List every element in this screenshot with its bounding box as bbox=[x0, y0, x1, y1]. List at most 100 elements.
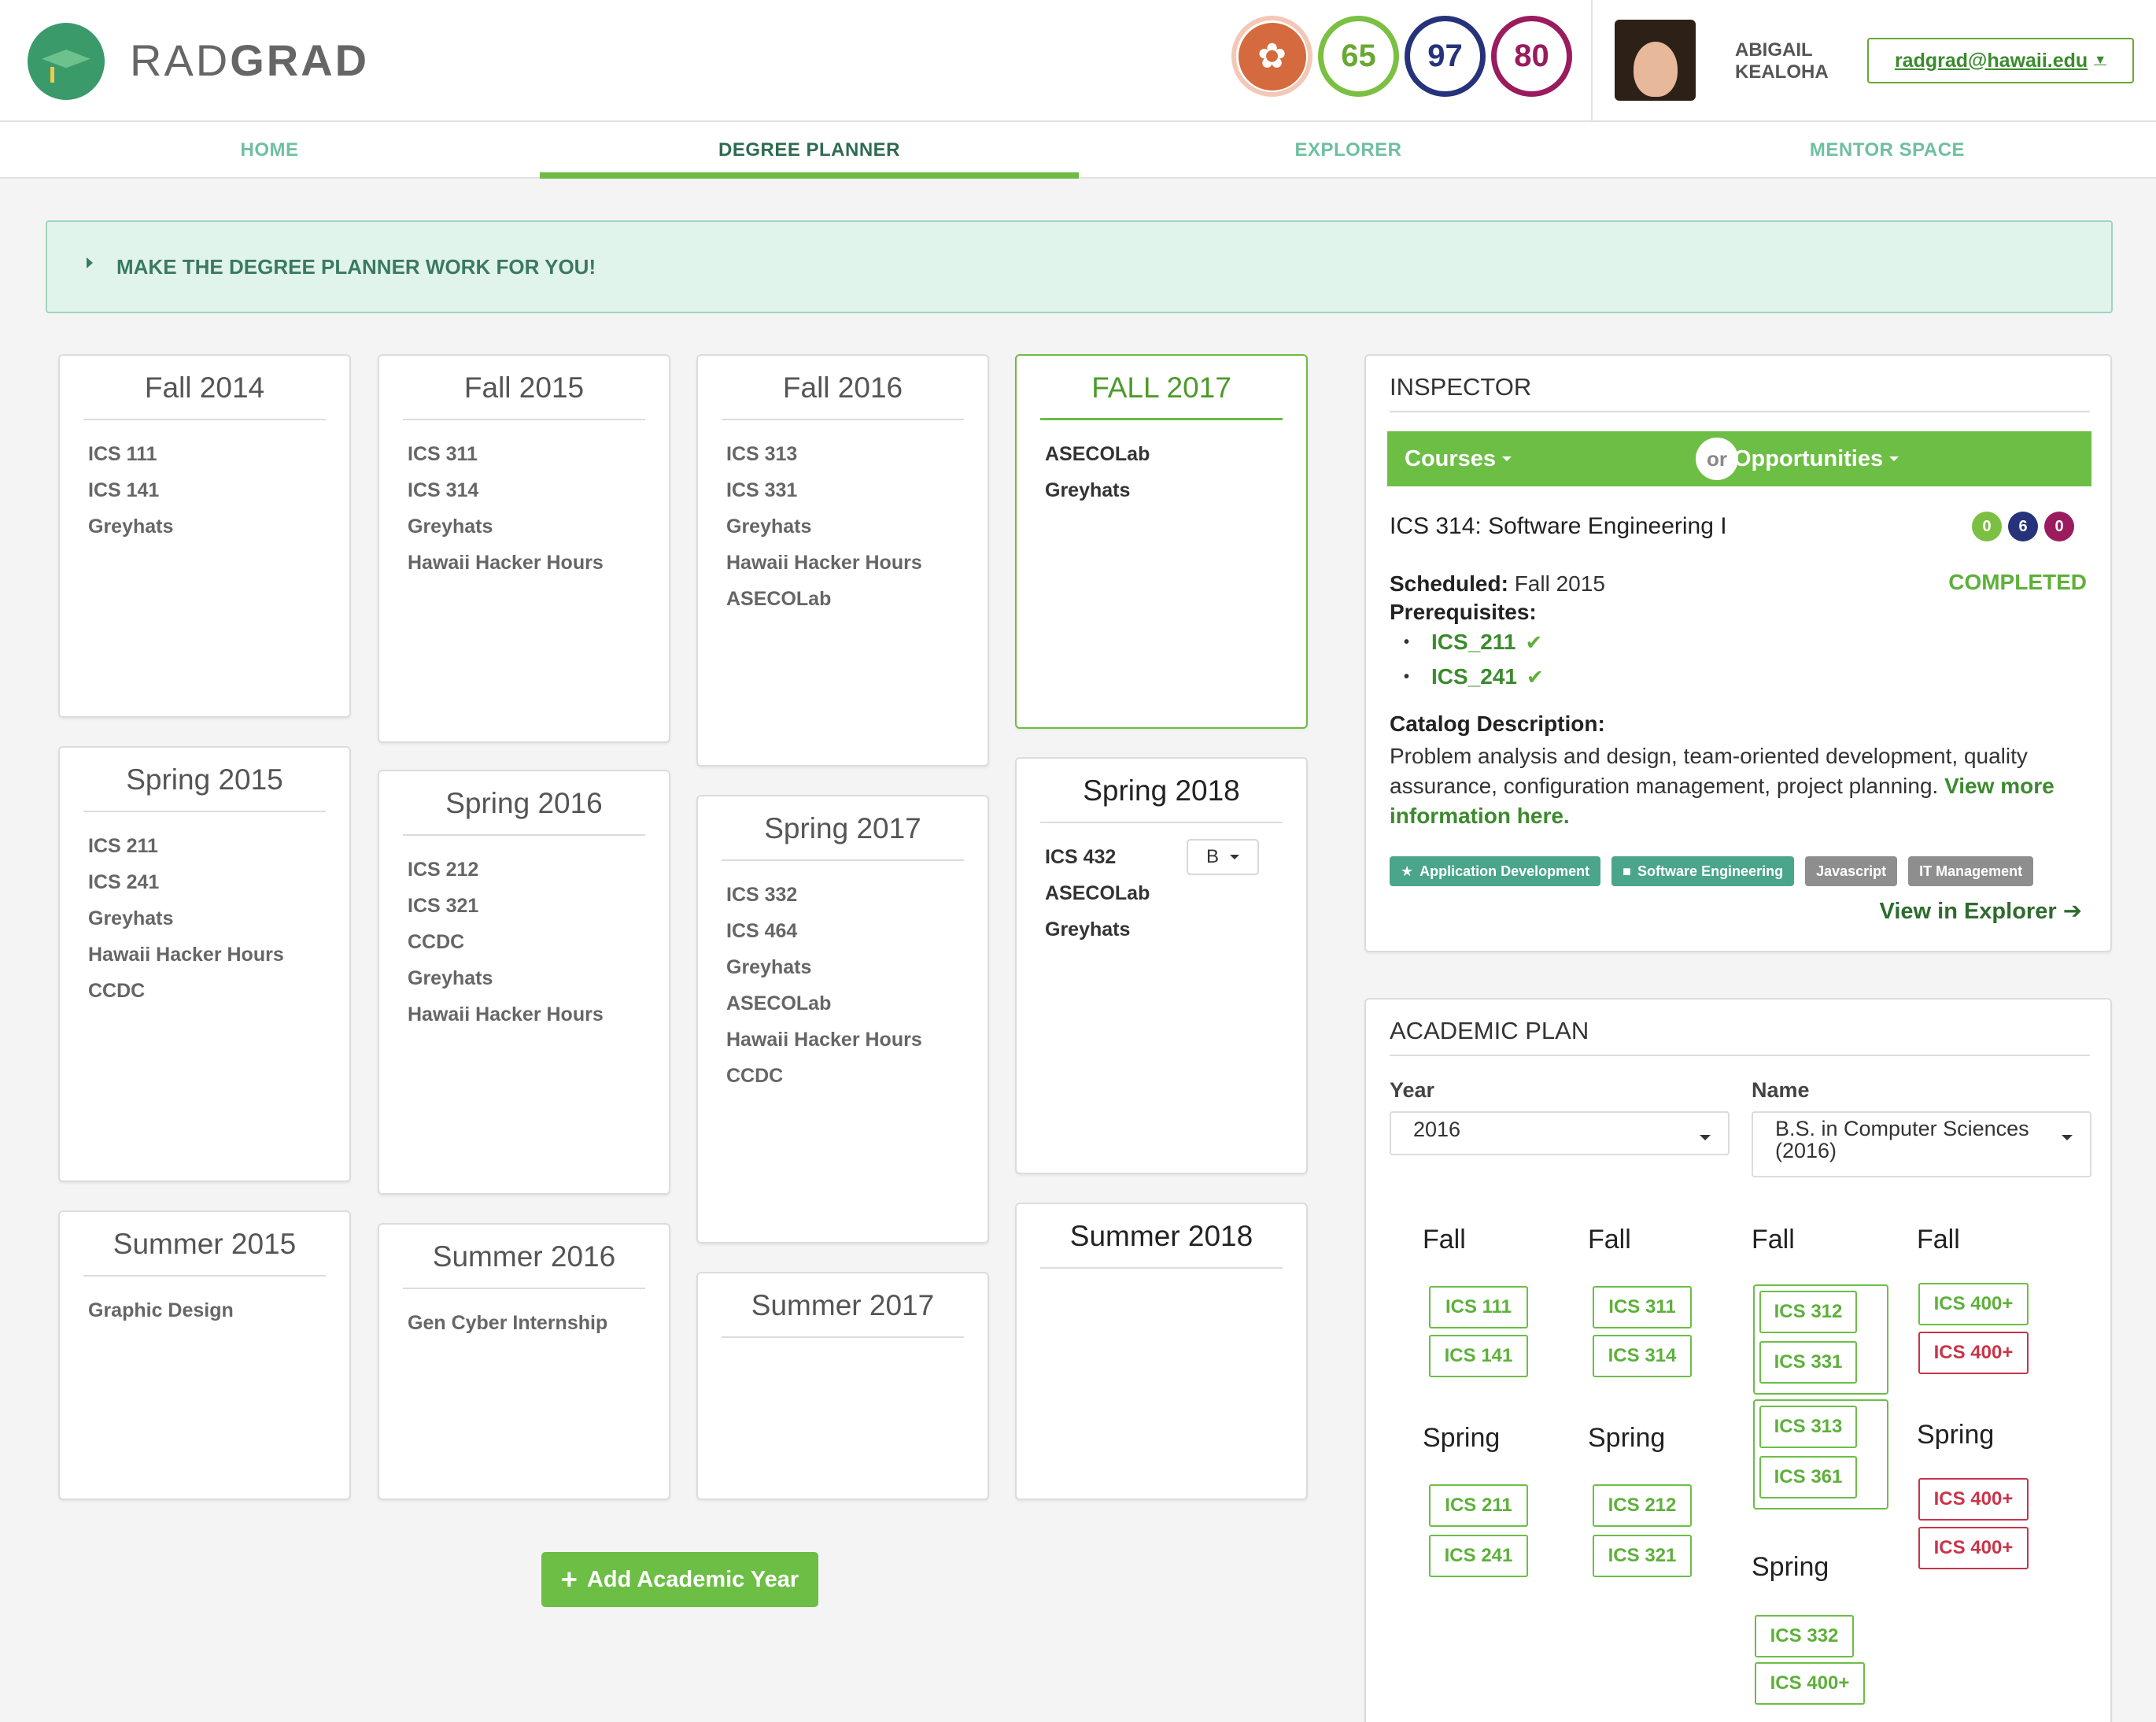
semester-item[interactable]: ICS 314 bbox=[408, 479, 604, 515]
semester-item[interactable]: Hawaii Hacker Hours bbox=[726, 551, 922, 587]
semester-item[interactable]: Greyhats bbox=[726, 515, 922, 551]
semester-item[interactable]: Greyhats bbox=[726, 955, 922, 992]
caret-down-icon bbox=[1502, 456, 1512, 461]
semester-item[interactable]: ICS 432 B bbox=[1045, 839, 1259, 881]
plan-course-chip[interactable]: ICS 311 bbox=[1593, 1286, 1692, 1328]
semester-card-spring-2018[interactable]: Spring 2018 ICS 432 B ASECOLab Greyhats bbox=[1015, 757, 1308, 1174]
semester-card-summer-2017[interactable]: Summer 2017 bbox=[696, 1272, 989, 1500]
semester-card-fall-2015[interactable]: Fall 2015 ICS 311 ICS 314 Greyhats Hawaii H… bbox=[378, 354, 670, 743]
ice-logo-icon[interactable]: ✿ bbox=[1231, 16, 1312, 97]
opportunities-dropdown[interactable]: Opportunities bbox=[1733, 431, 1899, 486]
semester-item[interactable]: Greyhats bbox=[88, 907, 284, 943]
semester-item[interactable]: Hawaii Hacker Hours bbox=[726, 1028, 922, 1064]
prerequisite-item[interactable]: • ICS_241 ✔ bbox=[1404, 664, 1544, 689]
semester-item[interactable]: Greyhats bbox=[88, 515, 173, 551]
semester-title: Spring 2016 bbox=[403, 787, 645, 836]
semester-item[interactable]: Greyhats bbox=[408, 966, 604, 1003]
semester-item[interactable]: ICS 332 bbox=[726, 883, 922, 919]
interest-tag[interactable]: ■ Software Engineering bbox=[1611, 856, 1795, 886]
plan-course-chip[interactable]: ICS 400+ bbox=[1918, 1283, 2029, 1325]
semester-item[interactable]: ICS 321 bbox=[408, 894, 604, 930]
nav-degree-planner[interactable]: DEGREE PLANNER bbox=[540, 122, 1079, 179]
semester-items: ICS 212 ICS 321 CCDC Greyhats Hawaii Hacker … bbox=[408, 858, 604, 1039]
main-nav: HOME DEGREE PLANNER EXPLORER MENTOR SPAC… bbox=[0, 122, 2156, 179]
semester-item[interactable]: Graphic Design bbox=[88, 1299, 234, 1335]
interest-tag[interactable]: ★ Application Development bbox=[1390, 856, 1601, 886]
semester-item[interactable]: CCDC bbox=[408, 930, 604, 966]
brand-name[interactable]: RADGRAD bbox=[130, 35, 369, 86]
innovation-score[interactable]: 65 bbox=[1318, 16, 1399, 97]
semester-card-summer-2018[interactable]: Summer 2018 bbox=[1015, 1203, 1308, 1500]
inspector-type-switch: Courses or Opportunities bbox=[1387, 431, 2091, 486]
semester-item[interactable]: Greyhats bbox=[1045, 479, 1150, 515]
name-label: Name bbox=[1752, 1078, 1810, 1102]
semester-item[interactable]: ICS 331 bbox=[726, 479, 922, 515]
avatar[interactable] bbox=[1615, 20, 1696, 101]
semester-item[interactable]: Hawaii Hacker Hours bbox=[408, 1003, 604, 1039]
semester-item[interactable]: ASECOLab bbox=[1045, 881, 1150, 918]
plan-course-chip-unfulfilled[interactable]: ICS 400+ bbox=[1918, 1478, 2029, 1521]
interest-tag[interactable]: Javascript bbox=[1805, 856, 1898, 886]
plan-course-chip[interactable]: ICS 211 bbox=[1429, 1484, 1528, 1527]
nav-explorer[interactable]: EXPLORER bbox=[1079, 122, 1618, 179]
semester-item[interactable]: Greyhats bbox=[1045, 918, 1150, 954]
plan-course-chip[interactable]: ICS 313 bbox=[1759, 1406, 1857, 1448]
semester-item[interactable]: Greyhats bbox=[408, 515, 604, 551]
plan-course-chip[interactable]: ICS 332 bbox=[1755, 1615, 1854, 1657]
year-select[interactable]: 2016 bbox=[1390, 1111, 1730, 1155]
academic-plan-title: ACADEMIC PLAN bbox=[1390, 1017, 2090, 1056]
semester-item[interactable]: ICS 464 bbox=[726, 919, 922, 955]
semester-item[interactable]: Hawaii Hacker Hours bbox=[88, 943, 284, 979]
semester-card-fall-2016[interactable]: Fall 2016 ICS 313 ICS 331 Greyhats Hawaii H… bbox=[696, 354, 989, 767]
semester-item[interactable]: ICS 311 bbox=[408, 442, 604, 479]
plan-course-chip[interactable]: ICS 312 bbox=[1759, 1291, 1857, 1333]
planner-help-banner[interactable]: MAKE THE DEGREE PLANNER WORK FOR YOU! bbox=[46, 220, 2113, 313]
semester-card-summer-2016[interactable]: Summer 2016 Gen Cyber Internship bbox=[378, 1223, 670, 1500]
semester-card-fall-2014[interactable]: Fall 2014 ICS 111 ICS 141 Greyhats bbox=[58, 354, 351, 718]
plan-course-chip[interactable]: ICS 321 bbox=[1593, 1535, 1692, 1577]
experience-score[interactable]: 80 bbox=[1491, 16, 1572, 97]
semester-item[interactable]: ASECOLab bbox=[726, 587, 922, 623]
plan-course-chip[interactable]: ICS 400+ bbox=[1755, 1662, 1865, 1705]
nav-home[interactable]: HOME bbox=[0, 122, 539, 179]
semester-item[interactable]: ICS 111 bbox=[88, 442, 173, 479]
plan-name-select[interactable]: B.S. in Computer Sciences (2016) bbox=[1752, 1111, 2091, 1177]
semester-item[interactable]: ICS 211 bbox=[88, 834, 284, 870]
competency-score[interactable]: 97 bbox=[1405, 16, 1486, 97]
plan-course-chip[interactable]: ICS 241 bbox=[1429, 1535, 1528, 1577]
radgrad-logo-icon[interactable] bbox=[28, 23, 105, 100]
semester-item[interactable]: CCDC bbox=[88, 979, 284, 1015]
user-menu-button[interactable]: radgrad@hawaii.edu ▼ bbox=[1867, 38, 2134, 83]
courses-dropdown[interactable]: Courses bbox=[1405, 431, 1512, 486]
grade-select[interactable]: B bbox=[1187, 839, 1259, 875]
semester-items: ICS 332 ICS 464 Greyhats ASECOLab Hawaii Hac… bbox=[726, 883, 922, 1100]
semester-card-fall-2017[interactable]: FALL 2017 ASECOLab Greyhats bbox=[1015, 354, 1308, 729]
semester-item[interactable]: ICS 141 bbox=[88, 479, 173, 515]
plan-course-chip[interactable]: ICS 314 bbox=[1593, 1335, 1692, 1377]
plan-course-chip[interactable]: ICS 111 bbox=[1429, 1286, 1528, 1328]
plan-course-chip[interactable]: ICS 141 bbox=[1429, 1335, 1528, 1377]
view-in-explorer-link[interactable]: View in Explorer ➔ bbox=[1880, 897, 2082, 925]
semester-card-spring-2015[interactable]: Spring 2015 ICS 211 ICS 241 Greyhats Hawaii… bbox=[58, 746, 351, 1182]
plan-course-chip[interactable]: ICS 331 bbox=[1759, 1341, 1857, 1384]
semester-card-spring-2016[interactable]: Spring 2016 ICS 212 ICS 321 CCDC Greyhats Ha… bbox=[378, 770, 670, 1195]
semester-item[interactable]: Gen Cyber Internship bbox=[408, 1311, 607, 1347]
semester-item[interactable]: ICS 212 bbox=[408, 858, 604, 894]
semester-item[interactable]: Hawaii Hacker Hours bbox=[408, 551, 604, 587]
nav-mentor-space[interactable]: MENTOR SPACE bbox=[1618, 122, 2156, 179]
semester-item[interactable]: CCDC bbox=[726, 1064, 922, 1100]
semester-card-summer-2015[interactable]: Summer 2015 Graphic Design bbox=[58, 1210, 351, 1500]
semester-card-spring-2017[interactable]: Spring 2017 ICS 332 ICS 464 Greyhats ASECOL… bbox=[696, 795, 989, 1243]
semester-item[interactable]: ASECOLab bbox=[726, 992, 922, 1028]
semester-item[interactable]: ICS 313 bbox=[726, 442, 922, 479]
plan-course-chip-unfulfilled[interactable]: ICS 400+ bbox=[1918, 1527, 2029, 1569]
add-academic-year-button[interactable]: + Add Academic Year bbox=[541, 1552, 818, 1607]
semester-item[interactable]: ASECOLab bbox=[1045, 442, 1150, 479]
plan-course-chip-unfulfilled[interactable]: ICS 400+ bbox=[1918, 1332, 2029, 1374]
app-header: RADGRAD ✿ 65 97 80 ABIGAIL KEALOHA radgr… bbox=[0, 0, 2156, 122]
interest-tag[interactable]: IT Management bbox=[1908, 856, 2034, 886]
prerequisite-item[interactable]: • ICS_211 ✔ bbox=[1404, 630, 1542, 655]
semester-item[interactable]: ICS 241 bbox=[88, 870, 284, 907]
plan-course-chip[interactable]: ICS 212 bbox=[1593, 1484, 1692, 1527]
plan-course-chip[interactable]: ICS 361 bbox=[1759, 1456, 1857, 1498]
